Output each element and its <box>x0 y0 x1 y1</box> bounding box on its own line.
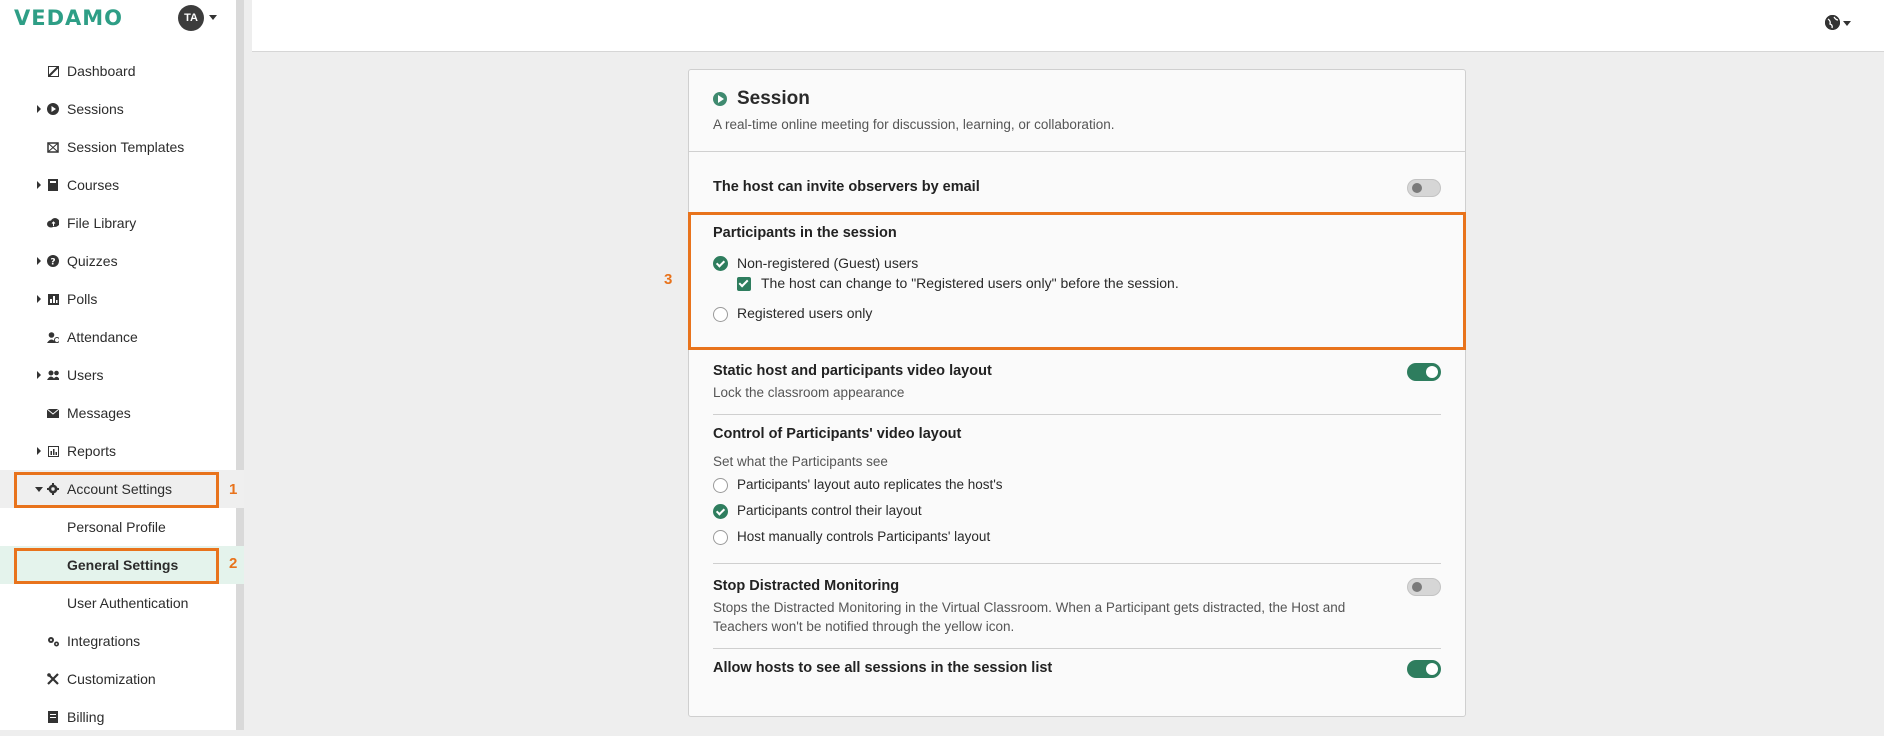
sidebar-item-label: Attendance <box>67 329 138 345</box>
gears-icon <box>47 635 59 647</box>
bar-chart-icon <box>47 293 59 305</box>
participants-control-radio[interactable] <box>713 504 728 519</box>
sidebar-item-label: Integrations <box>67 633 141 649</box>
video-layout-control-setting: Control of Participants' video layout Se… <box>713 426 1441 546</box>
invite-observers-toggle[interactable] <box>1407 179 1441 197</box>
sidebar-item-user-authentication[interactable]: User Authentication <box>0 584 244 622</box>
annotation-number-1: 1 <box>229 481 238 498</box>
chevron-down-icon[interactable] <box>209 15 217 20</box>
divider <box>713 648 1441 649</box>
setting-title: The host can invite observers by email <box>713 179 980 195</box>
invite-observers-setting: The host can invite observers by email <box>713 179 1441 201</box>
setting-title: Allow hosts to see all sessions in the s… <box>713 660 1053 676</box>
annotation-number-2: 2 <box>229 555 238 572</box>
sidebar-item-label: Billing <box>67 709 105 725</box>
sidebar-item-label: Personal Profile <box>67 519 166 535</box>
sidebar-item-courses[interactable]: Courses <box>0 166 244 204</box>
setting-title: Static host and participants video layou… <box>713 363 992 379</box>
card-title: Session <box>737 88 810 109</box>
auto-replicate-label: Participants' layout auto replicates the… <box>737 477 1003 492</box>
divider <box>713 563 1441 564</box>
host-controls-label: Host manually controls Participants' lay… <box>737 529 991 544</box>
sidebar-item-quizzes[interactable]: ? Quizzes <box>0 242 244 280</box>
distracted-monitoring-toggle[interactable] <box>1407 578 1441 596</box>
users-icon <box>47 369 59 381</box>
setting-title: Stop Distracted Monitoring <box>713 578 900 594</box>
invoice-icon <box>47 711 59 723</box>
sidebar-nav: Dashboard Sessions Session Templates Cou… <box>0 52 244 736</box>
annotation-number-3: 3 <box>664 271 673 288</box>
setting-description: Set what the Participants see <box>713 454 888 469</box>
sidebar-item-file-library[interactable]: File Library <box>0 204 244 242</box>
sidebar: VEDAMO TA Dashboard Sessions Session Tem… <box>0 0 244 730</box>
participants-control-label: Participants control their layout <box>737 503 922 518</box>
chevron-right-icon <box>37 447 41 455</box>
book-icon <box>47 179 59 191</box>
sidebar-item-integrations[interactable]: Integrations <box>0 622 244 660</box>
static-layout-toggle[interactable] <box>1407 363 1441 381</box>
globe-icon[interactable] <box>1825 15 1840 30</box>
chevron-right-icon <box>37 295 41 303</box>
sidebar-item-label: Customization <box>67 671 156 687</box>
all-sessions-toggle[interactable] <box>1407 660 1441 678</box>
all-sessions-setting: Allow hosts to see all sessions in the s… <box>713 660 1441 682</box>
sidebar-item-label: Quizzes <box>67 253 118 269</box>
sidebar-item-messages[interactable]: Messages <box>0 394 244 432</box>
sidebar-item-label: Courses <box>67 177 120 193</box>
sidebar-item-session-templates[interactable]: Session Templates <box>0 128 244 166</box>
setting-description: Lock the classroom appearance <box>713 385 905 400</box>
avatar[interactable]: TA <box>178 5 204 31</box>
user-check-icon <box>47 331 59 343</box>
highlight-box-general-settings <box>14 548 219 584</box>
top-bar <box>252 0 1884 52</box>
sidebar-item-label: Polls <box>67 291 98 307</box>
setting-title: Control of Participants' video layout <box>713 426 962 442</box>
sidebar-item-customization[interactable]: Customization <box>0 660 244 698</box>
sidebar-item-label: Dashboard <box>67 63 136 79</box>
sidebar-item-attendance[interactable]: Attendance <box>0 318 244 356</box>
sidebar-item-label: User Authentication <box>67 595 189 611</box>
chevron-right-icon <box>37 257 41 265</box>
chevron-right-icon <box>37 105 41 113</box>
sidebar-item-reports[interactable]: Reports <box>0 432 244 470</box>
sidebar-item-label: Session Templates <box>67 139 185 155</box>
divider <box>713 414 1441 415</box>
sidebar-item-polls[interactable]: Polls <box>0 280 244 318</box>
distracted-monitoring-setting: Stop Distracted Monitoring Stops the Dis… <box>713 578 1441 638</box>
template-icon <box>47 141 59 153</box>
sidebar-item-label: Users <box>67 367 104 383</box>
sidebar-item-dashboard[interactable]: Dashboard <box>0 52 244 90</box>
cloud-icon <box>47 217 59 229</box>
host-controls-radio[interactable] <box>713 530 728 545</box>
session-settings-card: Session A real-time online meeting for d… <box>688 69 1466 717</box>
sidebar-item-label: File Library <box>67 215 137 231</box>
sidebar-item-billing[interactable]: Billing <box>0 698 244 736</box>
auto-replicate-radio[interactable] <box>713 478 728 493</box>
highlight-box-account-settings <box>14 472 219 508</box>
card-subtitle: A real-time online meeting for discussio… <box>713 117 1115 132</box>
play-circle-icon <box>713 92 727 106</box>
chevron-down-icon[interactable] <box>1843 21 1851 26</box>
play-circle-icon <box>47 103 59 115</box>
sidebar-item-users[interactable]: Users <box>0 356 244 394</box>
dashboard-icon <box>47 65 59 77</box>
static-layout-setting: Static host and participants video layou… <box>713 363 1441 403</box>
svg-text:?: ? <box>50 258 55 268</box>
highlight-box-participants <box>688 212 1466 350</box>
card-header: Session A real-time online meeting for d… <box>689 70 1465 152</box>
chevron-right-icon <box>37 371 41 379</box>
tools-icon <box>47 673 59 685</box>
sidebar-item-personal-profile[interactable]: Personal Profile <box>0 508 244 546</box>
sidebar-item-label: Reports <box>67 443 117 459</box>
chevron-right-icon <box>37 181 41 189</box>
sidebar-item-label: Sessions <box>67 101 124 117</box>
envelope-icon <box>47 407 59 419</box>
vedamo-logo[interactable]: VEDAMO <box>14 6 123 30</box>
setting-description: Stops the Distracted Monitoring in the V… <box>713 600 1346 634</box>
report-icon <box>47 445 59 457</box>
sidebar-item-sessions[interactable]: Sessions <box>0 90 244 128</box>
sidebar-item-label: Messages <box>67 405 131 421</box>
question-icon: ? <box>47 255 59 267</box>
